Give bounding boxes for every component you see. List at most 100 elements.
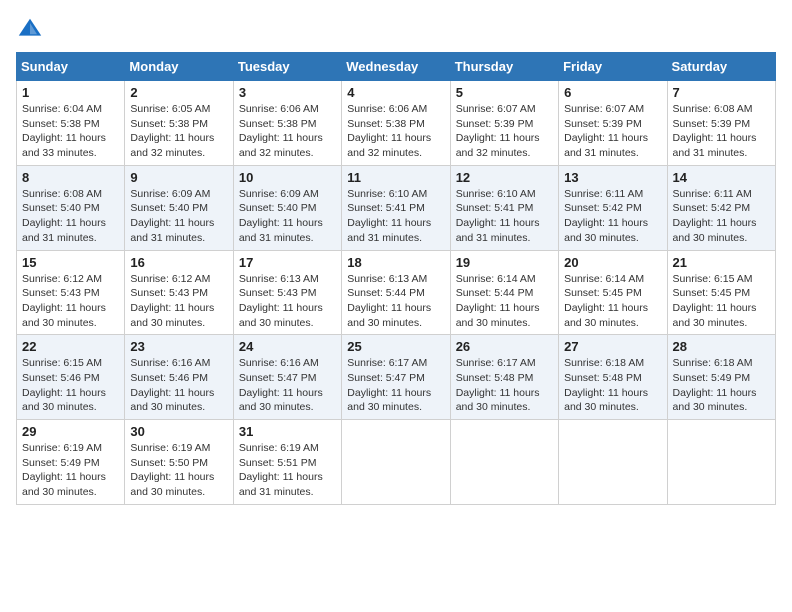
calendar-cell: 20 Sunrise: 6:14 AM Sunset: 5:45 PM Dayl…	[559, 250, 667, 335]
day-number: 18	[347, 255, 444, 270]
daylight-label: Daylight: 11 hours and 32 minutes.	[347, 132, 431, 159]
day-info: Sunrise: 6:13 AM Sunset: 5:43 PM Dayligh…	[239, 272, 336, 331]
daylight-label: Daylight: 11 hours and 30 minutes.	[564, 217, 648, 244]
day-header-tuesday: Tuesday	[233, 53, 341, 81]
sunset-label: Sunset: 5:48 PM	[456, 372, 534, 384]
calendar-week-row: 8 Sunrise: 6:08 AM Sunset: 5:40 PM Dayli…	[17, 165, 776, 250]
day-number: 19	[456, 255, 553, 270]
daylight-label: Daylight: 11 hours and 31 minutes.	[239, 471, 323, 498]
day-header-thursday: Thursday	[450, 53, 558, 81]
day-info: Sunrise: 6:19 AM Sunset: 5:51 PM Dayligh…	[239, 441, 336, 500]
day-info: Sunrise: 6:07 AM Sunset: 5:39 PM Dayligh…	[564, 102, 661, 161]
sunrise-label: Sunrise: 6:18 AM	[564, 357, 644, 369]
day-info: Sunrise: 6:08 AM Sunset: 5:39 PM Dayligh…	[673, 102, 770, 161]
day-info: Sunrise: 6:19 AM Sunset: 5:49 PM Dayligh…	[22, 441, 119, 500]
calendar-cell: 30 Sunrise: 6:19 AM Sunset: 5:50 PM Dayl…	[125, 420, 233, 505]
sunset-label: Sunset: 5:51 PM	[239, 457, 317, 469]
calendar-cell: 23 Sunrise: 6:16 AM Sunset: 5:46 PM Dayl…	[125, 335, 233, 420]
daylight-label: Daylight: 11 hours and 31 minutes.	[130, 217, 214, 244]
day-number: 12	[456, 170, 553, 185]
sunset-label: Sunset: 5:38 PM	[239, 118, 317, 130]
sunset-label: Sunset: 5:40 PM	[22, 202, 100, 214]
sunset-label: Sunset: 5:44 PM	[347, 287, 425, 299]
day-info: Sunrise: 6:19 AM Sunset: 5:50 PM Dayligh…	[130, 441, 227, 500]
calendar-table: SundayMondayTuesdayWednesdayThursdayFrid…	[16, 52, 776, 505]
day-number: 30	[130, 424, 227, 439]
day-number: 21	[673, 255, 770, 270]
day-number: 20	[564, 255, 661, 270]
sunset-label: Sunset: 5:46 PM	[22, 372, 100, 384]
day-header-monday: Monday	[125, 53, 233, 81]
day-info: Sunrise: 6:15 AM Sunset: 5:45 PM Dayligh…	[673, 272, 770, 331]
calendar-cell: 18 Sunrise: 6:13 AM Sunset: 5:44 PM Dayl…	[342, 250, 450, 335]
day-info: Sunrise: 6:14 AM Sunset: 5:44 PM Dayligh…	[456, 272, 553, 331]
daylight-label: Daylight: 11 hours and 32 minutes.	[456, 132, 540, 159]
sunset-label: Sunset: 5:40 PM	[239, 202, 317, 214]
calendar-cell: 16 Sunrise: 6:12 AM Sunset: 5:43 PM Dayl…	[125, 250, 233, 335]
sunrise-label: Sunrise: 6:16 AM	[130, 357, 210, 369]
sunset-label: Sunset: 5:42 PM	[564, 202, 642, 214]
sunrise-label: Sunrise: 6:06 AM	[347, 103, 427, 115]
sunrise-label: Sunrise: 6:13 AM	[239, 273, 319, 285]
daylight-label: Daylight: 11 hours and 30 minutes.	[456, 302, 540, 329]
calendar-cell: 28 Sunrise: 6:18 AM Sunset: 5:49 PM Dayl…	[667, 335, 775, 420]
sunrise-label: Sunrise: 6:16 AM	[239, 357, 319, 369]
sunrise-label: Sunrise: 6:18 AM	[673, 357, 753, 369]
day-number: 7	[673, 85, 770, 100]
day-number: 22	[22, 339, 119, 354]
day-info: Sunrise: 6:06 AM Sunset: 5:38 PM Dayligh…	[239, 102, 336, 161]
calendar-cell: 12 Sunrise: 6:10 AM Sunset: 5:41 PM Dayl…	[450, 165, 558, 250]
sunset-label: Sunset: 5:39 PM	[673, 118, 751, 130]
sunrise-label: Sunrise: 6:07 AM	[564, 103, 644, 115]
calendar-cell: 14 Sunrise: 6:11 AM Sunset: 5:42 PM Dayl…	[667, 165, 775, 250]
daylight-label: Daylight: 11 hours and 31 minutes.	[347, 217, 431, 244]
day-number: 10	[239, 170, 336, 185]
sunset-label: Sunset: 5:43 PM	[22, 287, 100, 299]
day-number: 25	[347, 339, 444, 354]
calendar-cell: 9 Sunrise: 6:09 AM Sunset: 5:40 PM Dayli…	[125, 165, 233, 250]
sunrise-label: Sunrise: 6:19 AM	[239, 442, 319, 454]
day-number: 1	[22, 85, 119, 100]
daylight-label: Daylight: 11 hours and 30 minutes.	[239, 387, 323, 414]
calendar-cell: 24 Sunrise: 6:16 AM Sunset: 5:47 PM Dayl…	[233, 335, 341, 420]
day-header-sunday: Sunday	[17, 53, 125, 81]
day-header-friday: Friday	[559, 53, 667, 81]
sunrise-label: Sunrise: 6:19 AM	[130, 442, 210, 454]
day-number: 27	[564, 339, 661, 354]
calendar-cell: 2 Sunrise: 6:05 AM Sunset: 5:38 PM Dayli…	[125, 81, 233, 166]
sunset-label: Sunset: 5:50 PM	[130, 457, 208, 469]
calendar-cell	[450, 420, 558, 505]
calendar-cell: 4 Sunrise: 6:06 AM Sunset: 5:38 PM Dayli…	[342, 81, 450, 166]
sunset-label: Sunset: 5:39 PM	[456, 118, 534, 130]
sunset-label: Sunset: 5:42 PM	[673, 202, 751, 214]
sunset-label: Sunset: 5:49 PM	[673, 372, 751, 384]
day-number: 8	[22, 170, 119, 185]
calendar-cell: 19 Sunrise: 6:14 AM Sunset: 5:44 PM Dayl…	[450, 250, 558, 335]
sunrise-label: Sunrise: 6:10 AM	[347, 188, 427, 200]
sunrise-label: Sunrise: 6:19 AM	[22, 442, 102, 454]
sunset-label: Sunset: 5:46 PM	[130, 372, 208, 384]
calendar-cell: 25 Sunrise: 6:17 AM Sunset: 5:47 PM Dayl…	[342, 335, 450, 420]
calendar-cell	[559, 420, 667, 505]
day-info: Sunrise: 6:18 AM Sunset: 5:49 PM Dayligh…	[673, 356, 770, 415]
daylight-label: Daylight: 11 hours and 30 minutes.	[673, 217, 757, 244]
sunrise-label: Sunrise: 6:12 AM	[130, 273, 210, 285]
day-info: Sunrise: 6:16 AM Sunset: 5:47 PM Dayligh…	[239, 356, 336, 415]
daylight-label: Daylight: 11 hours and 31 minutes.	[239, 217, 323, 244]
sunset-label: Sunset: 5:45 PM	[564, 287, 642, 299]
day-number: 28	[673, 339, 770, 354]
logo	[16, 16, 48, 44]
daylight-label: Daylight: 11 hours and 30 minutes.	[22, 387, 106, 414]
calendar-cell: 5 Sunrise: 6:07 AM Sunset: 5:39 PM Dayli…	[450, 81, 558, 166]
day-info: Sunrise: 6:05 AM Sunset: 5:38 PM Dayligh…	[130, 102, 227, 161]
calendar-cell	[667, 420, 775, 505]
daylight-label: Daylight: 11 hours and 30 minutes.	[673, 387, 757, 414]
sunset-label: Sunset: 5:38 PM	[347, 118, 425, 130]
sunset-label: Sunset: 5:48 PM	[564, 372, 642, 384]
day-info: Sunrise: 6:07 AM Sunset: 5:39 PM Dayligh…	[456, 102, 553, 161]
calendar-cell: 27 Sunrise: 6:18 AM Sunset: 5:48 PM Dayl…	[559, 335, 667, 420]
sunset-label: Sunset: 5:38 PM	[22, 118, 100, 130]
sunrise-label: Sunrise: 6:15 AM	[22, 357, 102, 369]
day-number: 6	[564, 85, 661, 100]
day-number: 24	[239, 339, 336, 354]
